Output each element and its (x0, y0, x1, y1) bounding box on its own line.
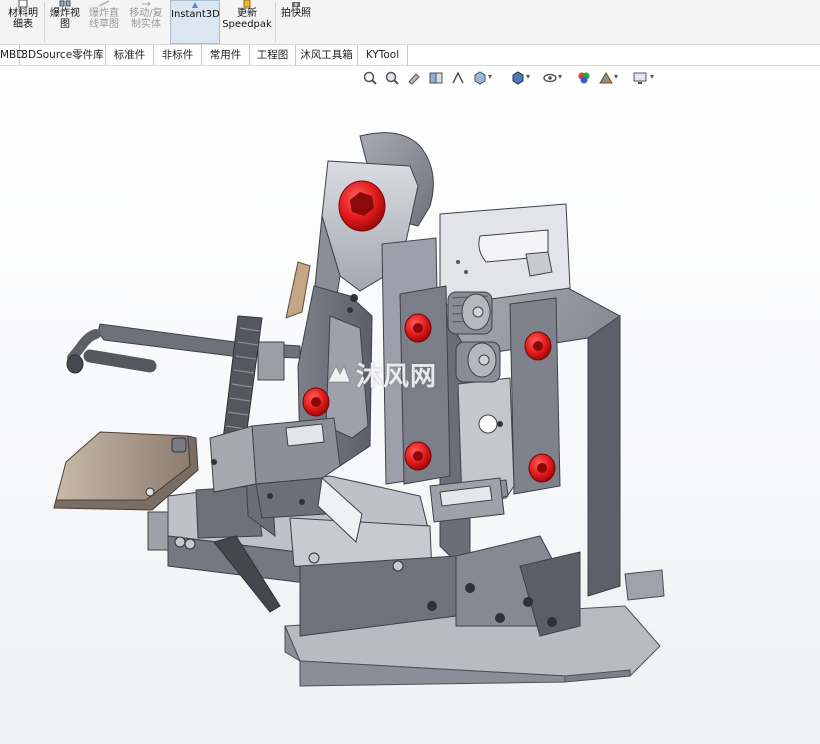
instant3d-label: Instant3D (171, 9, 220, 20)
take-snapshot-button[interactable]: 拍快照 (278, 0, 314, 44)
explode-line-sketch-button[interactable]: 爆炸直 线草图 (85, 0, 123, 44)
speedpak-label-2: Speedpak (222, 19, 272, 30)
tab-common-parts[interactable]: 常用件 (202, 45, 250, 65)
tab-mbd[interactable]: MBD (0, 45, 24, 65)
bom-icon (18, 0, 28, 8)
exploded-view-label-2: 图 (60, 19, 70, 30)
move-copy-body-button[interactable]: 移动/复 制实体 (125, 0, 167, 44)
cad-assembly-model[interactable] (0, 66, 820, 744)
exploded-view-button[interactable]: 爆炸视 图 (46, 0, 84, 44)
red-screw (338, 180, 386, 232)
instant3d-button[interactable]: Instant3D (170, 0, 220, 44)
red-screw (524, 331, 552, 361)
camera-icon (292, 2, 300, 7)
red-screw (528, 453, 556, 483)
update-speedpak-button[interactable]: 更新 Speedpak (222, 0, 272, 44)
snapshot-label: 拍快照 (281, 8, 311, 19)
watermark-text: 沐风网 (356, 362, 438, 392)
tab-mufeng-toolbox[interactable]: 沐风工具箱 (296, 45, 358, 65)
tab-drawings[interactable]: 工程图 (250, 45, 296, 65)
lower-carriage (147, 471, 581, 637)
tab-3dsource[interactable]: 3DSource零件库 (20, 45, 106, 65)
move-copy-label-2: 制实体 (131, 19, 161, 30)
tab-kytool[interactable]: KYTool (358, 45, 408, 65)
ribbon-separator (275, 2, 276, 42)
speedpak-label-1: 更新 (237, 8, 257, 19)
speedpak-icon (243, 0, 251, 8)
move-copy-label-1: 移动/复 (129, 8, 163, 19)
instant3d-icon (192, 2, 198, 8)
move-copy-icon (142, 1, 151, 7)
adjustment-tab (285, 261, 311, 319)
tab-standard-parts[interactable]: 标准件 (106, 45, 154, 65)
bill-of-materials-button[interactable]: 材料明 细表 (4, 0, 42, 44)
ribbon-separator (44, 2, 45, 42)
graphics-area[interactable]: ▾ ▾ ▾ ▾ ▾ 沐风网 (0, 66, 820, 744)
bom-label-1: 材料明 (8, 8, 38, 19)
exploded-view-icon (59, 0, 71, 7)
red-screw (404, 441, 432, 471)
red-screw (404, 313, 432, 343)
explode-line-label-2: 线草图 (89, 19, 119, 30)
tab-nonstandard-parts[interactable]: 非标件 (154, 45, 202, 65)
explode-line-icon (98, 0, 110, 7)
bom-label-2: 细表 (13, 19, 33, 30)
red-screw (302, 387, 330, 417)
operating-handle (66, 323, 301, 381)
command-manager-ribbon: 材料明 细表 爆炸视 图 爆炸直 线草图 移动/复 制实体 Instant3D … (0, 0, 820, 44)
explode-line-label-1: 爆炸直 (89, 8, 119, 19)
command-manager-tabs: MBD 3DSource零件库 标准件 非标件 常用件 工程图 沐风工具箱 KY… (0, 44, 820, 66)
exploded-view-label-1: 爆炸视 (50, 8, 80, 19)
watermark-logo-icon (327, 364, 351, 383)
